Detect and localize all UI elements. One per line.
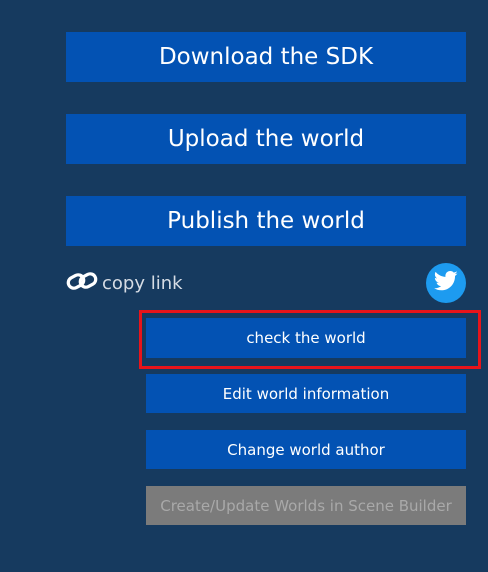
copy-link-label: copy link	[102, 272, 183, 294]
twitter-share-button[interactable]	[426, 263, 466, 303]
download-sdk-button[interactable]: Download the SDK	[66, 32, 466, 82]
twitter-icon	[433, 271, 458, 295]
check-world-button[interactable]: check the world	[146, 318, 466, 358]
upload-world-button[interactable]: Upload the world	[66, 114, 466, 164]
scene-builder-button: Create/Update Worlds in Scene Builder	[146, 486, 466, 525]
edit-world-information-button[interactable]: Edit world information	[146, 374, 466, 413]
link-icon	[66, 270, 102, 297]
publish-world-button[interactable]: Publish the world	[66, 196, 466, 246]
change-world-author-button[interactable]: Change world author	[146, 430, 466, 469]
copy-link-button[interactable]: copy link	[66, 268, 183, 298]
